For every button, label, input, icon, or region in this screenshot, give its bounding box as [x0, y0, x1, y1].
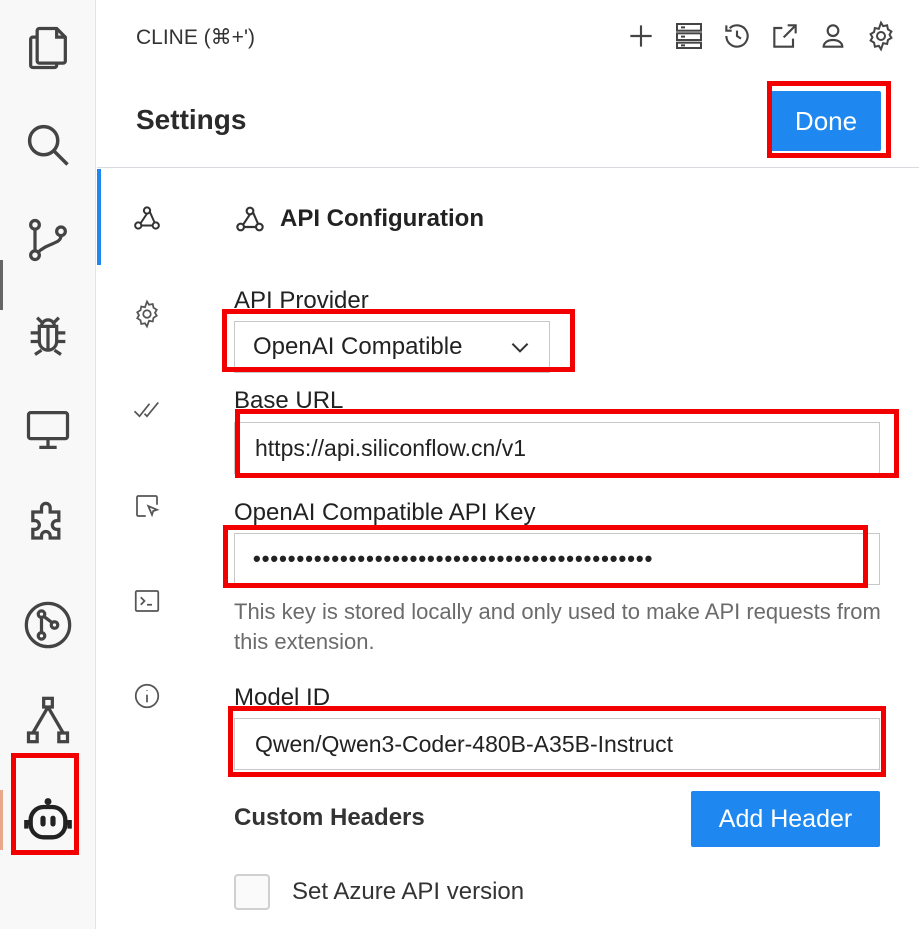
- explorer-icon[interactable]: [18, 18, 78, 78]
- azure-version-row: Set Azure API version: [234, 874, 524, 910]
- done-button[interactable]: Done: [771, 91, 881, 151]
- webhook-icon: [134, 206, 160, 230]
- provider-value: OpenAI Compatible: [253, 333, 463, 360]
- webhook-icon: [236, 206, 264, 232]
- activity-bar: [0, 0, 96, 929]
- account-icon[interactable]: [815, 16, 851, 56]
- active-tab-indicator: [97, 169, 101, 265]
- git-graph-icon[interactable]: [18, 595, 78, 655]
- settings-tab-rail: [97, 169, 197, 929]
- pointer-icon: [136, 495, 160, 518]
- azure-version-label: Set Azure API version: [292, 878, 525, 905]
- history-icon[interactable]: [719, 16, 755, 56]
- extensions-icon[interactable]: [18, 495, 78, 555]
- title-bar: CLINE (⌘+'): [97, 0, 919, 76]
- popout-icon[interactable]: [767, 16, 803, 56]
- check-all-icon: [133, 401, 159, 418]
- page-title: Settings: [136, 104, 247, 135]
- section-header: API Configuration: [234, 203, 484, 235]
- plus-icon[interactable]: [623, 16, 659, 56]
- search-icon[interactable]: [18, 115, 78, 175]
- side-marker-accent: [0, 790, 3, 850]
- base-url-label: Base URL: [234, 387, 344, 414]
- tab-terminal[interactable]: [130, 584, 164, 618]
- api-key-input[interactable]: ••••••••••••••••••••••••••••••••••••••••…: [234, 533, 880, 585]
- section-title: API Configuration: [280, 205, 484, 232]
- remote-explorer-icon[interactable]: [18, 400, 78, 460]
- debug-icon[interactable]: [18, 305, 78, 365]
- api-key-help-text: This key is stored locally and only used…: [234, 599, 881, 654]
- model-id-input[interactable]: [234, 718, 880, 770]
- gear-icon[interactable]: [863, 16, 899, 56]
- model-id-label: Model ID: [234, 684, 331, 711]
- tab-general[interactable]: [130, 297, 164, 331]
- tab-features[interactable]: [130, 393, 164, 427]
- base-url-input[interactable]: [234, 422, 880, 474]
- terminal-icon: [134, 590, 160, 612]
- custom-headers-label: Custom Headers: [234, 804, 425, 831]
- hierarchy-icon[interactable]: [18, 690, 78, 750]
- tab-api-configuration[interactable]: [130, 201, 164, 235]
- tab-browser[interactable]: [130, 489, 164, 523]
- provider-label: API Provider: [234, 287, 369, 314]
- cline-robot-icon[interactable]: [18, 790, 78, 850]
- api-key-label: OpenAI Compatible API Key: [234, 499, 536, 526]
- azure-version-checkbox[interactable]: [234, 874, 270, 910]
- add-header-button[interactable]: Add Header: [691, 791, 880, 847]
- chevron-down-icon: [511, 343, 529, 353]
- side-marker: [0, 260, 3, 310]
- panel-title: CLINE (⌘+'): [136, 26, 255, 49]
- tab-about[interactable]: [130, 679, 164, 713]
- info-icon: [134, 683, 160, 709]
- gear-icon: [136, 299, 158, 329]
- settings-header: Settings Done: [97, 76, 919, 168]
- api-provider-select[interactable]: OpenAI Compatible: [234, 321, 550, 373]
- source-control-icon[interactable]: [18, 210, 78, 270]
- server-icon[interactable]: [671, 16, 707, 56]
- header-toolbar: [623, 16, 899, 56]
